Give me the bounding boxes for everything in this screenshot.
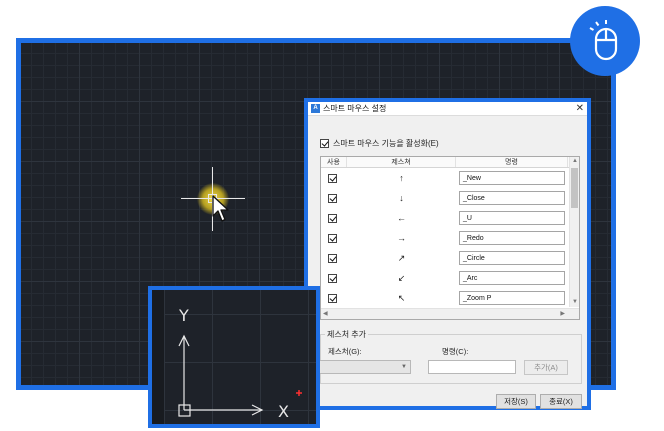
table-row: ↖ _Zoom P — [321, 288, 579, 308]
ucs-x-label: X — [278, 402, 289, 421]
gesture-table: 사용 제스쳐 명령 ↑ _New ↓ _Close ← _U → _Redo ↗… — [320, 156, 580, 320]
gesture-select[interactable]: ▼ — [319, 360, 411, 374]
enable-smart-mouse-checkbox[interactable] — [320, 139, 329, 148]
app-icon: A — [311, 104, 320, 113]
table-row: → _Redo — [321, 228, 579, 248]
command-field[interactable]: _U — [459, 211, 565, 225]
mouse-icon — [589, 20, 618, 61]
scroll-down-icon[interactable]: ▼ — [570, 298, 579, 307]
gesture-table-header: 사용 제스쳐 명령 — [321, 157, 579, 168]
command-field[interactable]: _Arc — [459, 271, 565, 285]
command-field[interactable]: _Circle — [459, 251, 565, 265]
horizontal-scrollbar[interactable]: ◀ ▶ — [321, 308, 579, 319]
gesture-up-arrow-icon: ↑ — [399, 173, 404, 183]
table-row: ↙ _Arc — [321, 268, 579, 288]
row-use-checkbox[interactable] — [327, 253, 337, 263]
dialog-title: 스마트 마우스 설정 — [323, 104, 387, 113]
arrow-cursor-icon — [212, 195, 229, 222]
command-input[interactable] — [428, 360, 516, 374]
table-row: ↓ _Close — [321, 188, 579, 208]
enable-smart-mouse-row[interactable]: 스마트 마우스 기능을 활성화(E) — [320, 138, 439, 149]
gesture-down-left-arrow-icon: ↙ — [397, 272, 406, 283]
vertical-scrollbar[interactable]: ▲ ▼ — [569, 157, 579, 307]
smart-mouse-settings-dialog: A 스마트 마우스 설정 ✕ 스마트 마우스 기능을 활성화(E) 사용 제스쳐… — [304, 98, 591, 410]
command-field[interactable]: _Redo — [459, 231, 565, 245]
row-use-checkbox[interactable] — [327, 293, 337, 303]
add-button[interactable]: 추가(A) — [524, 360, 568, 375]
scrollbar-thumb[interactable] — [571, 168, 578, 208]
command-field-label: 명령(C): — [442, 347, 469, 356]
gesture-field-label: 제스처(G): — [328, 347, 362, 356]
gesture-down-arrow-icon: ↓ — [399, 193, 404, 203]
ucs-icon — [178, 334, 302, 417]
dialog-title-bar: A 스마트 마우스 설정 ✕ — [308, 102, 587, 116]
close-icon[interactable]: ✕ — [576, 103, 584, 114]
command-field[interactable]: _Zoom P — [459, 291, 565, 305]
row-use-checkbox[interactable] — [327, 233, 337, 243]
row-use-checkbox[interactable] — [327, 193, 337, 203]
gesture-right-arrow-icon: → — [397, 233, 406, 243]
save-button[interactable]: 저장(S) — [496, 394, 536, 409]
command-field[interactable]: _New — [459, 171, 565, 185]
row-use-checkbox[interactable] — [327, 173, 337, 183]
ucs-y-label: Y — [179, 306, 189, 325]
scroll-up-icon[interactable]: ▲ — [570, 157, 579, 166]
close-button[interactable]: 종료(X) — [540, 394, 582, 409]
header-gesture[interactable]: 제스쳐 — [347, 157, 456, 167]
command-field[interactable]: _Close — [459, 191, 565, 205]
enable-smart-mouse-label: 스마트 마우스 기능을 활성화(E) — [333, 139, 439, 148]
scroll-right-icon[interactable]: ▶ — [560, 310, 565, 317]
scroll-left-icon[interactable]: ◀ — [323, 310, 328, 317]
table-row: ↗ _Circle — [321, 248, 579, 268]
ucs-inset-panel: Y X — [148, 286, 320, 428]
chevron-down-icon: ▼ — [401, 364, 407, 370]
table-row: ↑ _New — [321, 168, 579, 188]
add-gesture-legend: 제스처 추가 — [325, 329, 369, 340]
gesture-up-right-arrow-icon: ↗ — [397, 252, 406, 263]
add-gesture-group: 제스처 추가 — [320, 329, 582, 384]
table-row: ← _U — [321, 208, 579, 228]
mouse-badge — [570, 6, 640, 76]
gesture-left-arrow-icon: ← — [397, 213, 406, 223]
gesture-up-left-arrow-icon: ↖ — [397, 292, 406, 303]
row-use-checkbox[interactable] — [327, 273, 337, 283]
header-use[interactable]: 사용 — [321, 157, 347, 167]
header-command[interactable]: 명령 — [456, 157, 568, 167]
row-use-checkbox[interactable] — [327, 213, 337, 223]
